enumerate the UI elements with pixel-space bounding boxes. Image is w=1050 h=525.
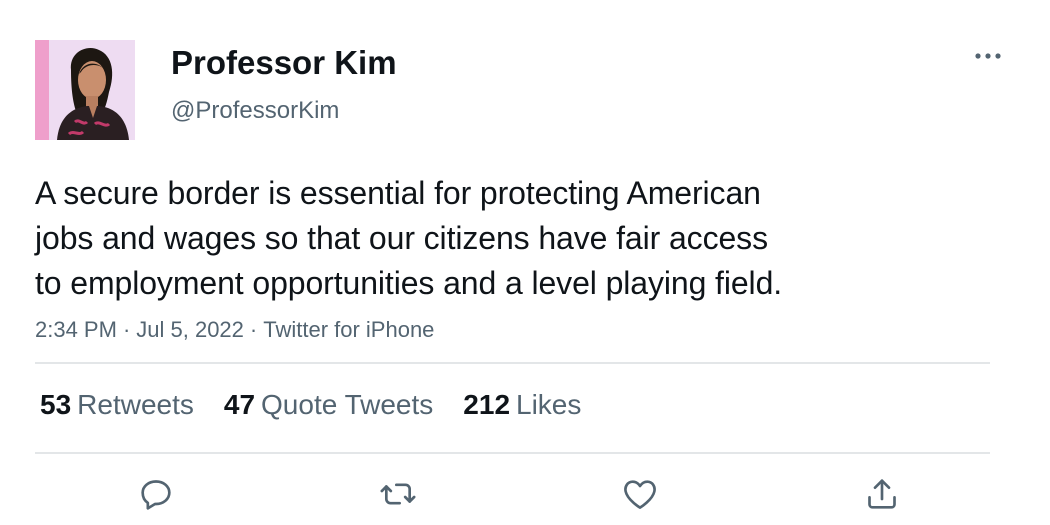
reply-button[interactable] — [136, 474, 176, 514]
tweet-date[interactable]: Jul 5, 2022 — [136, 317, 244, 342]
tweet-time[interactable]: 2:34 PM — [35, 317, 117, 342]
heart-icon — [624, 480, 656, 509]
tweet-source[interactable]: Twitter for iPhone — [263, 317, 434, 342]
stat-label: Retweets — [77, 389, 194, 420]
author-display-name[interactable]: Professor Kim — [171, 44, 397, 82]
retweet-button[interactable] — [378, 474, 418, 514]
stat-retweets[interactable]: 53 Retweets — [40, 388, 194, 422]
share-button[interactable] — [862, 474, 902, 514]
tweet-card: Professor Kim @ProfessorKim A secure bor… — [0, 0, 1050, 525]
avatar[interactable] — [35, 40, 135, 140]
like-button[interactable] — [620, 474, 660, 514]
share-icon — [868, 479, 896, 509]
stat-label: Likes — [516, 389, 582, 420]
stat-count: 47 — [223, 389, 256, 420]
author-handle[interactable]: @ProfessorKim — [171, 97, 339, 125]
divider — [35, 452, 990, 454]
retweet-icon — [380, 483, 416, 505]
more-horizontal-icon[interactable] — [972, 44, 1004, 68]
avatar-portrait — [35, 40, 135, 140]
stat-count: 212 — [463, 389, 511, 420]
meta-separator: · — [122, 317, 131, 342]
divider — [35, 362, 990, 364]
tweet-text: A secure border is essential for protect… — [35, 175, 783, 301]
stat-label: Quote Tweets — [261, 389, 434, 420]
tweet-stats: 53 Retweets 47 Quote Tweets 212 Likes — [40, 388, 581, 422]
reply-icon — [141, 480, 171, 510]
stat-count: 53 — [40, 389, 72, 420]
stat-likes[interactable]: 212 Likes — [463, 388, 581, 422]
meta-separator: · — [249, 317, 258, 342]
tweet-meta: 2:34 PM · Jul 5, 2022 · Twitter for iPhone — [35, 316, 434, 344]
stat-quote-tweets[interactable]: 47 Quote Tweets — [224, 388, 433, 422]
